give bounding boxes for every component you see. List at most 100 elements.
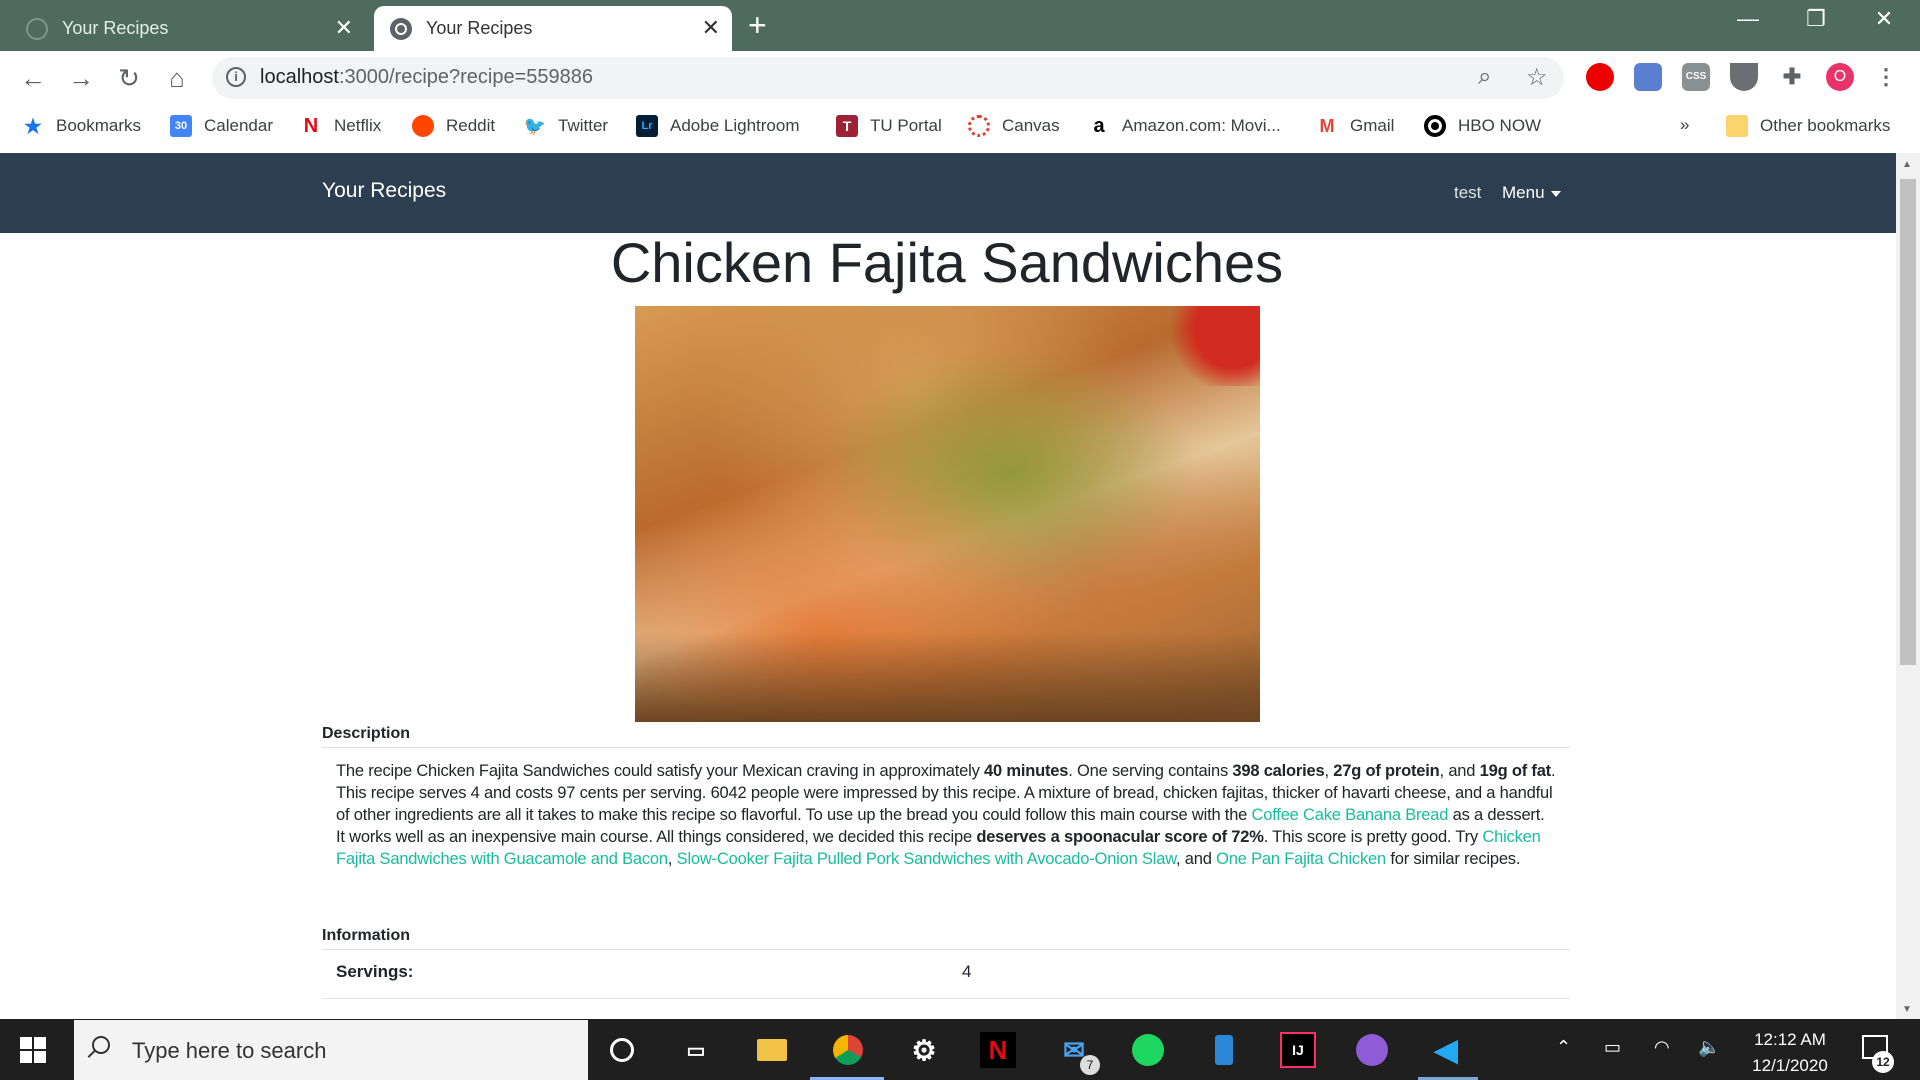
desc-text: , (667, 850, 677, 868)
desc-fat: 19g of fat (1479, 762, 1552, 780)
puzzle-extensions-icon[interactable]: ✚ (1778, 63, 1806, 91)
image-board-detail (635, 632, 1260, 722)
similar-recipe-link[interactable]: Slow-Cooker Fajita Pulled Pork Sandwiche… (677, 850, 1177, 868)
cortana-icon[interactable] (604, 1032, 640, 1068)
browser-toolbar: ← → ↻ ⌂ i localhost:3000/recipe?recipe=5… (0, 51, 1920, 105)
site-info-icon[interactable]: i (226, 67, 246, 87)
bookmark-label: HBO NOW (1458, 116, 1542, 135)
info-row-servings: Servings: 4 (322, 950, 1570, 999)
hbo-icon (1424, 115, 1446, 137)
site-brand-link[interactable]: Your Recipes (322, 179, 446, 203)
image-pepper-detail (1170, 306, 1260, 386)
desc-text: . This score is pretty good. Try (1263, 828, 1483, 846)
browser-tab-active[interactable]: Your Recipes ✕ (374, 6, 732, 51)
wifi-icon[interactable]: ◠ (1654, 1037, 1670, 1058)
close-window-button[interactable]: ✕ (1864, 6, 1904, 32)
close-tab-icon[interactable]: ✕ (335, 15, 353, 41)
desc-score: deserves a spoonacular score of 72% (976, 828, 1264, 846)
recipe-title: Chicken Fajita Sandwiches (610, 231, 1284, 294)
address-bar[interactable]: i localhost:3000/recipe?recipe=559886 ⌕ … (212, 57, 1564, 99)
camera-extension-icon[interactable] (1634, 63, 1662, 91)
taskbar-search-box[interactable]: Type here to search (74, 1020, 588, 1080)
bookmark-tu-portal[interactable]: T TU Portal (836, 115, 942, 137)
phone-app-icon[interactable] (1206, 1032, 1242, 1068)
menu-label: Menu (1502, 183, 1545, 202)
bookmark-label: Canvas (1002, 116, 1060, 135)
info-value: 4 (962, 962, 972, 981)
reddit-icon (412, 115, 434, 137)
bookmark-hbo-now[interactable]: HBO NOW (1424, 115, 1541, 137)
globe-icon (390, 17, 412, 40)
bookmark-label: Netflix (334, 116, 382, 135)
profile-avatar[interactable]: O (1826, 63, 1854, 91)
chrome-icon[interactable] (830, 1032, 866, 1068)
netflix-app-icon[interactable]: N (980, 1032, 1016, 1068)
bookmarks-overflow-button[interactable]: » (1680, 115, 1689, 135)
url-text[interactable]: localhost:3000/recipe?recipe=559886 (260, 66, 593, 89)
scroll-down-arrow-icon[interactable]: ▼ (1902, 1004, 1912, 1015)
file-explorer-icon[interactable] (754, 1032, 790, 1068)
back-arrow-icon[interactable]: ← (16, 61, 50, 95)
vscode-icon[interactable]: ◀ (1428, 1032, 1464, 1068)
page-scrollbar[interactable]: ▲ ▼ (1896, 153, 1920, 1019)
zoom-icon[interactable]: ⌕ (1478, 63, 1491, 91)
close-tab-icon[interactable]: ✕ (702, 15, 720, 41)
netflix-icon: N (303, 114, 319, 137)
bookmark-canvas[interactable]: Canvas (968, 115, 1060, 137)
bookmark-label: Amazon.com: Movi... (1122, 116, 1281, 135)
bookmark-reddit[interactable]: Reddit (412, 115, 495, 137)
opera-extension-icon[interactable] (1586, 63, 1614, 91)
caret-down-icon (1550, 190, 1561, 197)
bookmark-lightroom[interactable]: Lr Adobe Lightroom (636, 115, 799, 137)
bookmark-amazon[interactable]: a Amazon.com: Movi... (1088, 115, 1281, 137)
scrollbar-thumb[interactable] (1900, 179, 1916, 665)
volume-icon[interactable]: 🔈 (1698, 1037, 1720, 1058)
dessert-recipe-link[interactable]: Coffee Cake Banana Bread (1252, 806, 1449, 824)
twitter-icon: 🐦 (523, 115, 547, 136)
intellij-icon[interactable]: IJ (1280, 1032, 1316, 1068)
bookmark-label: Reddit (446, 116, 496, 135)
similar-recipe-link[interactable]: One Pan Fajita Chicken (1216, 850, 1386, 868)
canvas-icon (968, 115, 990, 137)
bookmark-label: Adobe Lightroom (670, 116, 800, 135)
clock-date: 12/1/2020 (1752, 1056, 1828, 1075)
lightroom-icon: Lr (636, 115, 658, 137)
windows-taskbar: Type here to search ▭ ⚙ N ✉ 7 IJ ◀ ⌃ ▭ ◠… (0, 1019, 1920, 1080)
shield-extension-icon[interactable] (1730, 63, 1758, 91)
bookmark-label: Other bookmarks (1760, 116, 1891, 135)
bookmark-star-icon[interactable]: ☆ (1526, 63, 1548, 92)
new-tab-button[interactable]: + (748, 8, 767, 42)
info-label: Servings: (336, 962, 414, 981)
bookmark-twitter[interactable]: 🐦 Twitter (524, 115, 608, 137)
github-desktop-icon[interactable] (1354, 1032, 1390, 1068)
reload-icon[interactable]: ↻ (112, 61, 146, 95)
minimize-window-button[interactable]: — (1728, 6, 1768, 32)
bookmark-gmail[interactable]: M Gmail (1316, 115, 1395, 137)
windows-start-icon[interactable] (20, 1037, 46, 1063)
restore-window-button[interactable]: ❐ (1796, 6, 1836, 32)
taskbar-clock[interactable]: 12:12 AM 12/1/2020 (1740, 1027, 1840, 1079)
tab-title: Your Recipes (426, 18, 533, 38)
browser-tab-inactive[interactable]: Your Recipes ✕ (10, 6, 365, 51)
desc-text: , and (1439, 762, 1480, 780)
bookmark-bookmarks[interactable]: ★ Bookmarks (22, 115, 141, 138)
spotify-icon[interactable] (1130, 1032, 1166, 1068)
home-icon[interactable]: ⌂ (160, 61, 194, 95)
kebab-menu-icon[interactable]: ⋮ (1872, 63, 1900, 91)
user-link[interactable]: test (1454, 183, 1481, 203)
css-extension-icon[interactable]: CSS (1682, 63, 1710, 91)
bookmark-calendar[interactable]: 30 Calendar (170, 115, 273, 137)
desc-ready-time: 40 minutes (984, 762, 1069, 780)
desc-text: . One serving contains (1068, 762, 1233, 780)
bookmark-other-bookmarks[interactable]: Other bookmarks (1726, 115, 1890, 137)
task-view-icon[interactable]: ▭ (678, 1032, 714, 1068)
information-heading: Information (322, 927, 1570, 950)
browser-tab-strip: Your Recipes ✕ Your Recipes ✕ + — ❐ ✕ (0, 0, 1920, 51)
tray-chevron-up-icon[interactable]: ⌃ (1556, 1037, 1571, 1058)
bookmark-netflix[interactable]: N Netflix (300, 115, 381, 137)
forward-arrow-icon[interactable]: → (64, 61, 98, 95)
battery-icon[interactable]: ▭ (1604, 1037, 1621, 1058)
menu-dropdown-toggle[interactable]: Menu (1502, 183, 1561, 203)
settings-gear-icon[interactable]: ⚙ (906, 1032, 942, 1068)
scroll-up-arrow-icon[interactable]: ▲ (1902, 159, 1912, 170)
